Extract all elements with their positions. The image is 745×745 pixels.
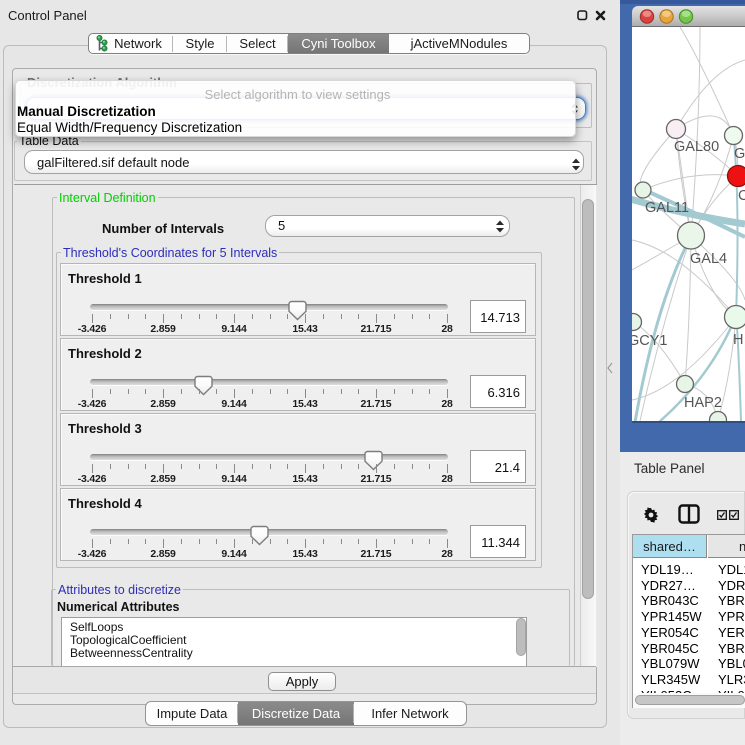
svg-text:C: C: [738, 188, 745, 204]
svg-text:GAL11: GAL11: [645, 200, 689, 216]
svg-text:GCY1: GCY1: [628, 333, 668, 349]
svg-text:GAL4: GAL4: [690, 251, 727, 267]
svg-text:GAL80: GAL80: [674, 139, 719, 155]
svg-text:H: H: [733, 332, 743, 348]
svg-text:HAP2: HAP2: [684, 395, 722, 411]
svg-text:G: G: [734, 146, 745, 162]
